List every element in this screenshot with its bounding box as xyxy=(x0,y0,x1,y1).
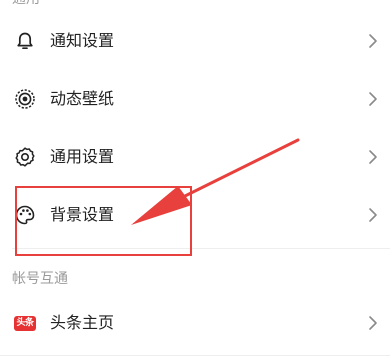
chevron-right-icon xyxy=(369,150,377,164)
settings-row-label: 背景设置 xyxy=(50,205,115,224)
settings-row-notification[interactable]: 通知设置 xyxy=(0,12,390,70)
settings-row-label: 头条主页 xyxy=(50,313,115,332)
section-header-general: 通用 xyxy=(12,0,40,8)
settings-row-general[interactable]: 通用设置 xyxy=(0,128,390,186)
chevron-right-icon xyxy=(369,34,377,48)
settings-row-toutiao[interactable]: 头条 头条主页 xyxy=(0,294,390,352)
chevron-right-icon xyxy=(369,92,377,106)
bell-icon xyxy=(14,30,36,52)
target-icon xyxy=(14,88,36,110)
settings-row-label: 通用设置 xyxy=(50,147,115,166)
section-divider xyxy=(12,248,390,249)
toutiao-badge-icon: 头条 xyxy=(14,312,36,334)
toutiao-badge-text: 头条 xyxy=(14,315,36,331)
settings-page: 通用 通知设置 动态壁纸 xyxy=(0,0,390,363)
chevron-right-icon xyxy=(369,316,377,330)
chevron-right-icon xyxy=(369,208,377,222)
settings-row-dynamic-wallpaper[interactable]: 动态壁纸 xyxy=(0,70,390,128)
settings-row-background[interactable]: 背景设置 xyxy=(0,186,390,244)
list-bottom-divider xyxy=(0,355,390,356)
settings-row-label: 动态壁纸 xyxy=(50,89,115,108)
palette-icon xyxy=(14,204,36,226)
gear-icon xyxy=(14,146,36,168)
section-header-account: 帐号互通 xyxy=(12,271,68,287)
settings-row-label: 通知设置 xyxy=(50,31,115,50)
